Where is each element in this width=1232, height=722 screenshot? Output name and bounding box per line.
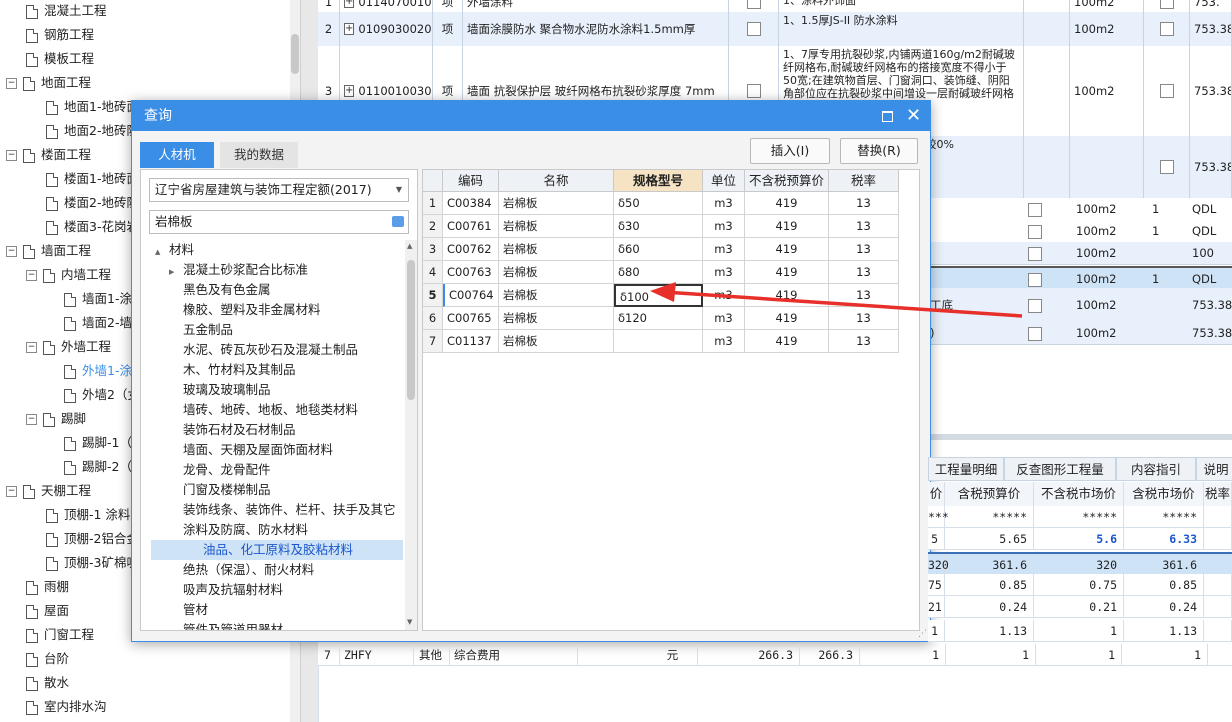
detail-cell: 元 bbox=[650, 644, 698, 666]
detail-cell bbox=[1204, 620, 1232, 642]
bottom-tab[interactable]: 内容指引 bbox=[1116, 457, 1196, 481]
detail-cell: 320 bbox=[1034, 554, 1124, 576]
detail-cell bbox=[1204, 574, 1232, 596]
detail-cell bbox=[1204, 596, 1232, 618]
arrow-line bbox=[663, 290, 1023, 318]
bottom-header: 税率 bbox=[1204, 482, 1232, 506]
detail-cell: ***** bbox=[1124, 506, 1204, 528]
detail-cell: 1 bbox=[1122, 644, 1208, 666]
detail-cell: 1 bbox=[860, 644, 946, 666]
detail-cell: ***** bbox=[945, 506, 1034, 528]
bottom-grid-bg bbox=[318, 666, 1232, 722]
detail-cell: 7 bbox=[318, 644, 340, 666]
detail-row-last[interactable]: 7 ZHFY 其他 综合费用元 266.3 266.3 1 1 1 1 bbox=[318, 644, 1232, 666]
bottom-tab[interactable]: 说明 bbox=[1196, 457, 1232, 481]
detail-cell: 5.6 bbox=[1034, 528, 1124, 550]
detail-cell: 21 bbox=[928, 596, 945, 618]
detail-cell: 266.3 bbox=[800, 644, 860, 666]
detail-cell: 1 bbox=[946, 644, 1036, 666]
detail-cell: ***** bbox=[1034, 506, 1124, 528]
detail-cell: *** bbox=[928, 506, 949, 528]
detail-row[interactable]: 320 361.6 320 361.6 bbox=[928, 552, 1232, 576]
detail-cell: 0.75 bbox=[1034, 574, 1124, 596]
detail-cell: 0.85 bbox=[1124, 574, 1204, 596]
arrow-head bbox=[650, 282, 676, 302]
detail-cell bbox=[1204, 528, 1232, 550]
bottom-header: 价 bbox=[928, 482, 945, 506]
bottom-header: 不含税市场价 bbox=[1034, 482, 1124, 506]
detail-cell: 1.13 bbox=[945, 620, 1034, 642]
detail-cell: 361.6 bbox=[1124, 554, 1204, 576]
detail-row[interactable]: 5 5.65 5.6 6.33 bbox=[928, 528, 1232, 550]
detail-cell: ZHFY bbox=[340, 644, 414, 666]
detail-cell bbox=[1204, 506, 1232, 528]
detail-cell: 0.21 bbox=[1034, 596, 1124, 618]
detail-cell: 其他 bbox=[414, 644, 450, 666]
detail-cell: 0.24 bbox=[1124, 596, 1204, 618]
bottom-header: 含税预算价 bbox=[945, 482, 1034, 506]
detail-cell: 266.3 bbox=[748, 644, 800, 666]
bottom-tab[interactable]: 反查图形工程量 bbox=[1004, 457, 1116, 481]
bottom-header: 含税市场价 bbox=[1124, 482, 1204, 506]
detail-cell: 320 bbox=[928, 554, 949, 576]
detail-cell: 0.85 bbox=[945, 574, 1034, 596]
detail-cell: 75 bbox=[928, 574, 945, 596]
detail-cell: 6.33 bbox=[1124, 528, 1204, 550]
detail-cell: 1 bbox=[1036, 644, 1122, 666]
detail-row[interactable]: 21 0.24 0.21 0.24 bbox=[928, 596, 1232, 618]
bottom-tab[interactable]: 工程量明细 bbox=[928, 457, 1004, 481]
detail-cell: 1 bbox=[1034, 620, 1124, 642]
detail-row[interactable]: 75 0.85 0.75 0.85 bbox=[928, 574, 1232, 596]
detail-cell: 0.24 bbox=[945, 596, 1034, 618]
detail-row[interactable]: 1 1.13 1 1.13 bbox=[928, 620, 1232, 642]
detail-cell: 5.65 bbox=[945, 528, 1034, 550]
detail-cell bbox=[1204, 554, 1232, 576]
detail-cell: 361.6 bbox=[945, 554, 1034, 576]
detail-row[interactable]: *** ***** ***** ***** bbox=[928, 506, 1232, 528]
detail-cell: 1.13 bbox=[1124, 620, 1204, 642]
detail-cell: 5 bbox=[928, 528, 945, 550]
detail-cell: 综合费用 bbox=[450, 644, 578, 666]
detail-cell: 1 bbox=[928, 620, 945, 642]
